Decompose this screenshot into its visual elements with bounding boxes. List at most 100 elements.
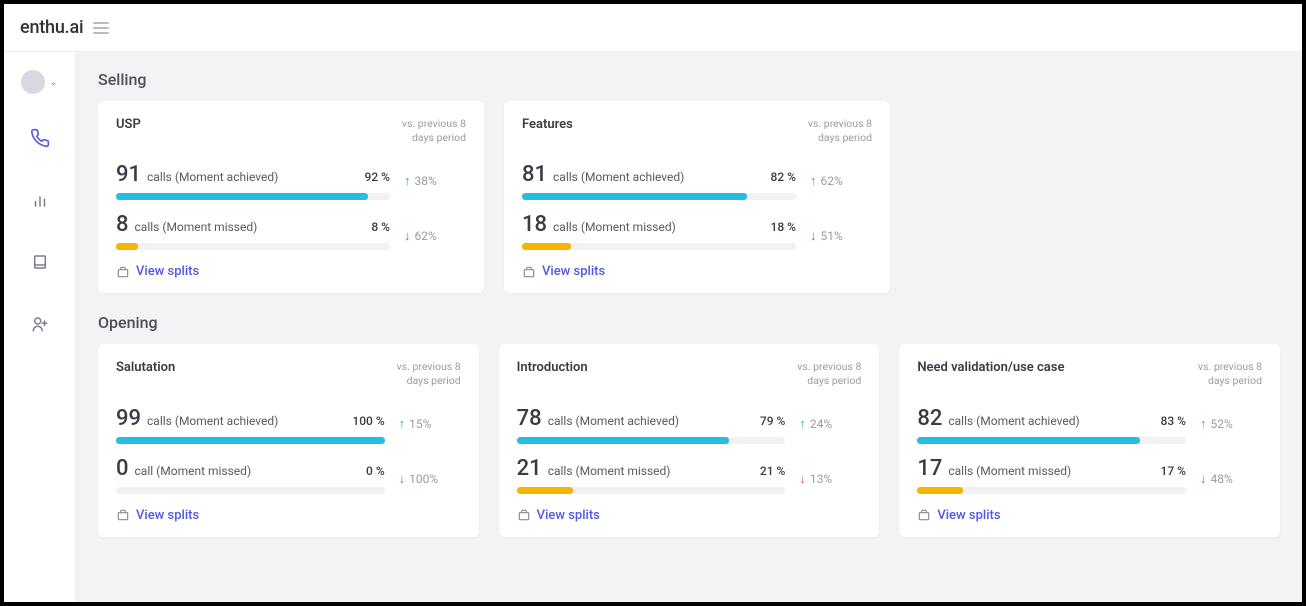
missed-metric: 18 calls (Moment missed) 18 % [522,212,796,250]
achieved-metric: 81 calls (Moment achieved) 82 % [522,162,796,200]
achieved-count: 99 [116,406,141,431]
book-icon [31,253,49,271]
arrow-up-icon: ↑ [810,173,817,189]
trend-down: ↓51% [810,228,872,244]
card-title: Need validation/use case [917,360,1064,375]
missed-bar [517,487,786,494]
view-splits-link[interactable]: View splits [537,508,600,523]
missed-count: 0 [116,456,129,481]
arrow-up-icon: ↑ [404,173,411,189]
nav-add-user[interactable] [22,306,58,342]
missed-percent: 17 % [1161,464,1186,478]
achieved-bar [517,437,786,444]
achieved-bar [116,193,390,200]
splits-icon [517,508,531,522]
splits-icon [522,265,536,279]
topbar: enthu.ai [4,4,1302,52]
section-title: Opening [98,313,1280,332]
missed-percent: 18 % [771,220,796,234]
app-frame: enthu.ai ⌄ Se [0,0,1306,606]
comparison-period: vs. previous 8days period [781,360,861,387]
card-title: Introduction [517,360,588,375]
trend-up: ↑62% [810,173,872,189]
trend-down: ↓48% [1200,471,1262,487]
layout: ⌄ Selling [4,52,1302,602]
missed-percent: 0 % [366,464,385,478]
user-menu[interactable]: ⌄ [21,70,57,94]
achieved-percent: 82 % [771,170,796,184]
splits-icon [116,508,130,522]
sidebar: ⌄ [4,52,76,602]
view-splits-link[interactable]: View splits [937,508,1000,523]
trend-down: ↓13% [799,471,861,487]
metric-card: Salutation vs. previous 8days period [98,344,479,536]
achieved-bar [116,437,385,444]
achieved-count: 81 [522,162,547,187]
achieved-bar [917,437,1186,444]
metric-card: Need validation/use case vs. previous 8d… [899,344,1280,536]
achieved-count: 78 [517,406,542,431]
trend-up: ↑15% [399,416,461,432]
missed-metric: 21 calls (Moment missed) 21 % [517,456,786,494]
missed-percent: 21 % [760,464,785,478]
missed-bar [116,243,390,250]
nav-library[interactable] [22,244,58,280]
missed-label: calls (Moment missed) [948,464,1071,478]
missed-label: calls (Moment missed) [548,464,671,478]
section-title: Selling [98,70,1280,89]
missed-count: 8 [116,212,129,237]
missed-percent: 8 % [371,220,390,234]
missed-label: calls (Moment missed) [553,220,676,234]
missed-count: 18 [522,212,547,237]
missed-label: call (Moment missed) [135,464,252,478]
arrow-down-icon: ↓ [404,228,411,244]
section-selling: Selling USP vs. previous 8days period [98,70,1280,293]
user-plus-icon [31,315,49,333]
splits-icon [116,265,130,279]
achieved-count: 91 [116,162,141,187]
nav-calls[interactable] [22,120,58,156]
card-title: Features [522,117,573,132]
missed-label: calls (Moment missed) [135,220,258,234]
achieved-label: calls (Moment achieved) [147,414,278,428]
trend-up: ↑38% [404,173,466,189]
metric-card: Features vs. previous 8days period [504,101,890,293]
achieved-percent: 92 % [365,170,390,184]
card-title: USP [116,117,141,132]
nav-analytics[interactable] [22,182,58,218]
missed-metric: 17 calls (Moment missed) 17 % [917,456,1186,494]
missed-metric: 8 calls (Moment missed) 8 % [116,212,390,250]
avatar [21,70,45,94]
card-row: Salutation vs. previous 8days period [98,344,1280,536]
card-row: USP vs. previous 8days period 91 [98,101,1280,293]
view-splits-link[interactable]: View splits [136,264,199,279]
missed-bar [116,487,385,494]
achieved-label: calls (Moment achieved) [548,414,679,428]
achieved-percent: 83 % [1161,414,1186,428]
view-splits-link[interactable]: View splits [136,508,199,523]
achieved-percent: 100 % [352,414,384,428]
achieved-metric: 82 calls (Moment achieved) 83 % [917,406,1186,444]
arrow-up-icon: ↑ [799,416,806,432]
menu-icon[interactable] [93,22,109,34]
comparison-period: vs. previous 8days period [381,360,461,387]
comparison-period: vs. previous 8days period [1182,360,1262,387]
view-splits-link[interactable]: View splits [542,264,605,279]
phone-icon [30,128,50,148]
achieved-label: calls (Moment achieved) [948,414,1079,428]
metric-card: Introduction vs. previous 8days period [499,344,880,536]
missed-count: 21 [517,456,542,481]
missed-bar [917,487,1186,494]
trend-up: ↑24% [799,416,861,432]
achieved-metric: 99 calls (Moment achieved) 100 % [116,406,385,444]
achieved-count: 82 [917,406,942,431]
missed-metric: 0 call (Moment missed) 0 % [116,456,385,494]
arrow-up-icon: ↑ [399,416,406,432]
missed-bar [522,243,796,250]
arrow-down-icon: ↓ [799,471,806,487]
achieved-label: calls (Moment achieved) [147,170,278,184]
section-opening: Opening Salutation vs. previous 8days pe… [98,313,1280,536]
achieved-label: calls (Moment achieved) [553,170,684,184]
arrow-down-icon: ↓ [810,228,817,244]
metric-card: USP vs. previous 8days period 91 [98,101,484,293]
